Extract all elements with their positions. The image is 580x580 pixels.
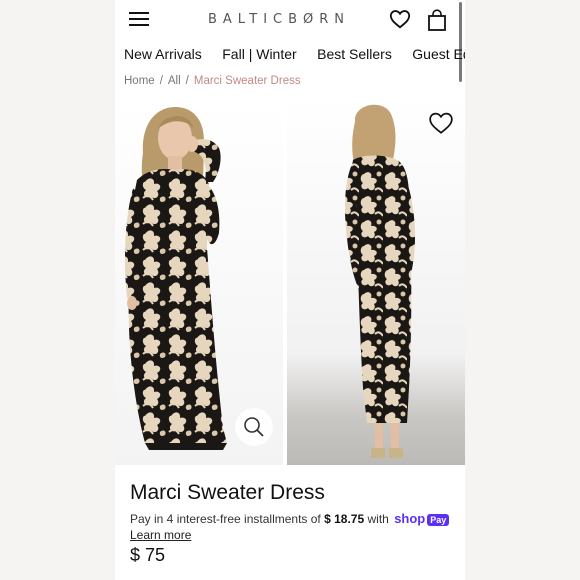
installments-text: Pay in 4 interest-free installments of $… [130, 511, 450, 526]
add-to-wishlist-heart-icon[interactable] [427, 110, 455, 136]
breadcrumb-separator: / [159, 75, 163, 87]
breadcrumb-current: Marci Sweater Dress [193, 75, 301, 87]
shopping-bag-icon[interactable] [427, 9, 447, 31]
category-nav: New Arrivals Fall | Winter Best Sellers … [124, 46, 465, 64]
shop-pay-badge: Pay [427, 514, 450, 526]
learn-more-link[interactable]: Learn more [130, 528, 191, 542]
product-title: Marci Sweater Dress [130, 481, 325, 504]
installments-prefix: Pay in 4 interest-free installments of [130, 512, 321, 526]
product-image-back[interactable] [287, 98, 465, 465]
brand-logo[interactable]: BALTICBØRN [208, 12, 350, 27]
nav-item-fall-winter[interactable]: Fall | Winter [222, 46, 296, 62]
product-page: BALTICBØRN New Arrivals Fall | Winter Be… [115, 0, 465, 580]
nav-item-best-sellers[interactable]: Best Sellers [317, 46, 392, 62]
zoom-button[interactable] [235, 408, 273, 446]
breadcrumb-separator: / [185, 75, 189, 87]
nav-item-guest-edit[interactable]: Guest Edit [412, 46, 465, 62]
magnifier-icon [244, 417, 264, 437]
hamburger-menu-icon[interactable] [129, 12, 149, 28]
nav-item-new-arrivals[interactable]: New Arrivals [124, 46, 202, 62]
breadcrumb: Home / All / Marci Sweater Dress [124, 75, 301, 87]
installments-with: with [367, 512, 389, 526]
wishlist-heart-icon[interactable] [389, 8, 411, 30]
scrollbar[interactable] [459, 2, 462, 82]
breadcrumb-home[interactable]: Home [124, 75, 155, 87]
product-price: $ 75 [130, 545, 166, 565]
installment-amount: $ 18.75 [324, 512, 365, 526]
breadcrumb-all[interactable]: All [168, 75, 181, 87]
site-header: BALTICBØRN [115, 0, 465, 82]
shop-pay-logo: shop [394, 511, 426, 526]
